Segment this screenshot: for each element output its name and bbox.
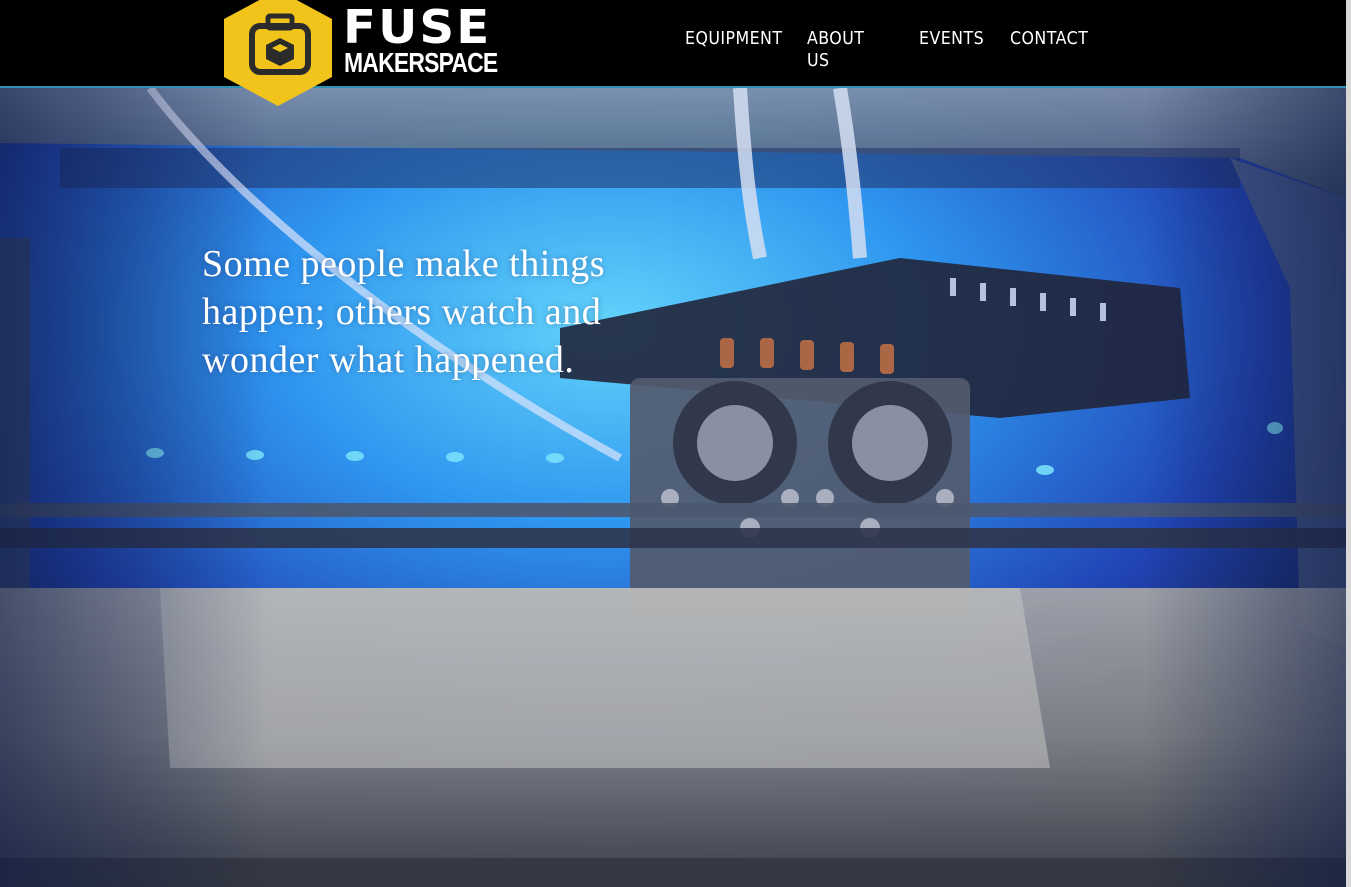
- nav-contact[interactable]: CONTACT: [1010, 28, 1088, 50]
- page-scrollbar[interactable]: [1346, 0, 1351, 887]
- nav-about-us[interactable]: ABOUT US: [807, 28, 864, 72]
- hero-section: Some people make things happen; others w…: [0, 88, 1346, 887]
- brand-name: FUSE: [343, 0, 492, 54]
- hero-quote: Some people make things happen; others w…: [202, 243, 606, 381]
- page: FUSE MAKERSPACE EQUIPMENT ABOUT US EVENT…: [0, 0, 1351, 887]
- nav-events[interactable]: EVENTS: [919, 28, 984, 50]
- logo-link[interactable]: FUSE MAKERSPACE: [222, 0, 498, 108]
- nav-equipment[interactable]: EQUIPMENT: [685, 28, 782, 50]
- site-header: [0, 0, 1346, 88]
- logo-hexagon-icon: [224, 0, 332, 106]
- brand-subtitle: MAKERSPACE: [344, 47, 498, 78]
- hero-3d-printer-image: [0, 88, 1346, 887]
